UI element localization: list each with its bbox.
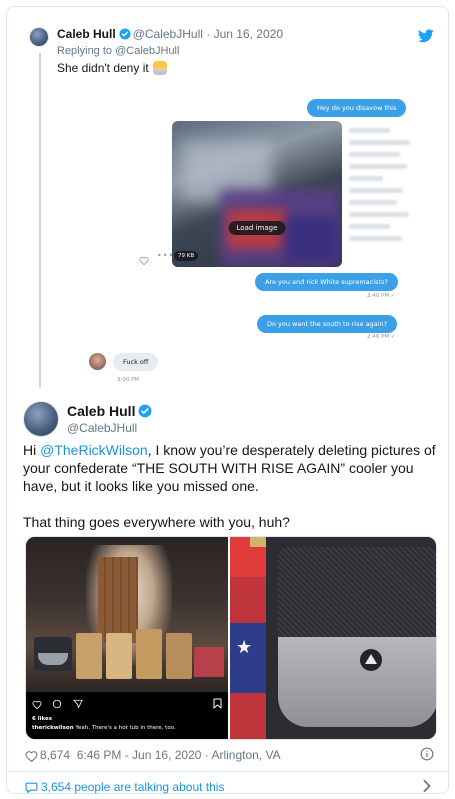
tweet-text: Hi @TheRickWilson, I know you’re despera… — [23, 441, 443, 531]
ig-heart-icon — [32, 696, 42, 714]
chevron-right-icon[interactable] — [422, 779, 432, 798]
verified-icon — [138, 404, 152, 421]
thread-line — [39, 53, 41, 388]
ig-caption: therickwilson Yeah. There's a hot tub in… — [32, 725, 176, 731]
author-name[interactable]: Caleb Hull — [67, 403, 135, 419]
blurred-cooler-photo: Load image 79 KB — [172, 121, 342, 267]
dm-message-bubble: Hey do you disavow this — [307, 99, 407, 117]
talking-count: 3,654 people are talking about this — [41, 780, 225, 794]
ig-bookmark-icon — [213, 696, 222, 714]
dm-message-bubble: Are you and rick White supremacists? — [255, 273, 398, 291]
info-icon[interactable] — [420, 747, 434, 766]
person-shrugging-emoji-icon — [152, 61, 167, 75]
file-size-label: 79 KB — [174, 251, 199, 261]
talking-link[interactable]: 3,654 people are talking about this — [25, 780, 224, 797]
author-handle[interactable]: @CalebJHull — [67, 421, 137, 435]
author-name[interactable]: Caleb Hull — [57, 27, 116, 41]
instagram-post-bar: 6 likes therickwilson Yeah. There's a ho… — [26, 692, 228, 739]
main-author: Caleb Hull — [67, 403, 154, 421]
ig-caption-text: Yeah. There's a hot tub in there, too. — [73, 725, 176, 731]
dm-timestamp: 2:40 PM ✓ — [367, 293, 396, 299]
instagram-screenshot-image[interactable]: 6 likes therickwilson Yeah. There's a ho… — [26, 537, 228, 739]
reply-tweet-text: She didn't deny it — [57, 61, 167, 75]
tweet-timestamp[interactable]: 6:46 PM - Jun 16, 2020 · Arlington, VA — [77, 748, 281, 762]
avatar[interactable] — [29, 27, 49, 47]
comment-bubble-icon — [25, 782, 38, 797]
author-handle[interactable]: @CalebJHull — [133, 27, 203, 41]
ig-likes: 6 likes — [32, 716, 53, 722]
cooler-photo[interactable]: ★ — [230, 537, 436, 739]
reply-tweet[interactable]: Caleb Hull @CalebJHull · Jun 16, 2020 Rep… — [7, 7, 448, 392]
tweet-media: 6 likes therickwilson Yeah. There's a ho… — [25, 536, 437, 740]
dm-timestamp: 2:46 PM ✓ — [367, 334, 396, 340]
dm-avatar — [89, 353, 106, 370]
tweet-text-second: That thing goes everywhere with you, huh… — [23, 514, 290, 530]
tweet-text-pre: Hi — [23, 442, 41, 458]
reply-text: She didn't deny it — [57, 61, 149, 75]
verified-icon — [119, 28, 131, 43]
twitter-bird-icon[interactable] — [418, 29, 434, 48]
tweet-embed-card: Caleb Hull @CalebJHull · Jun 16, 2020 Rep… — [6, 6, 449, 794]
dm-timestamp: 3:00 PM — [117, 377, 140, 383]
blurred-text — [349, 121, 417, 267]
ig-share-icon — [73, 696, 83, 714]
replying-to[interactable]: Replying to @CalebJHull — [57, 45, 179, 57]
ig-comment-icon — [52, 696, 62, 714]
mention-link[interactable]: @TheRickWilson — [40, 442, 148, 458]
avatar[interactable] — [23, 401, 59, 437]
tweet-date[interactable]: Jun 16, 2020 — [214, 27, 283, 41]
reply-header: Caleb Hull @CalebJHull · Jun 16, 2020 — [57, 27, 283, 43]
dm-more-icon: ••• — [157, 251, 175, 260]
ig-username: therickwilson — [32, 725, 74, 731]
load-image-label: Load image — [228, 221, 286, 235]
like-count[interactable]: 8,674 — [40, 748, 70, 762]
truck-photo — [26, 537, 228, 692]
divider — [7, 771, 448, 772]
dm-reply-bubble: Fuck off — [113, 353, 159, 371]
tweet-meta: 8,674 6:46 PM - Jun 16, 2020 · Arlington… — [25, 748, 281, 765]
dm-message-bubble: Do you want the south to rise again? — [257, 315, 398, 333]
separator: · — [206, 27, 211, 41]
dm-heart-icon — [139, 250, 149, 269]
heart-icon[interactable] — [25, 751, 38, 765]
dm-screenshot-image[interactable]: Hey do you disavow this Load image 79 KB… — [71, 87, 421, 387]
